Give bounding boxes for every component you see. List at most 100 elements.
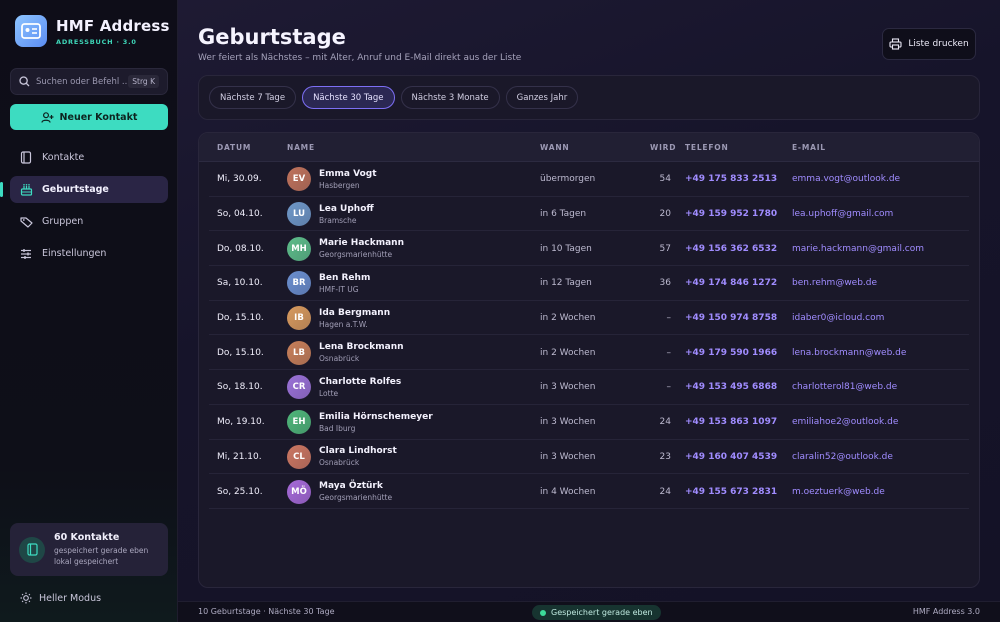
email-link[interactable]: emiliahoe2@outlook.de [792, 405, 898, 440]
phone-link[interactable]: +49 153 495 6868 [685, 370, 777, 405]
table-row[interactable]: Mi, 30.09. EV Emma Vogt Hasbergen übermorgen… [209, 162, 969, 197]
table-row[interactable]: Sa, 10.10. BR Ben Rehm HMF-IT UG in 12 Tagen… [209, 266, 969, 301]
contact-name[interactable]: Emma Vogt [319, 169, 377, 179]
contact-location: Hasbergen [319, 180, 360, 190]
birthday-date: Do, 08.10. [217, 243, 264, 254]
contact-name-cell: EV Emma Vogt Hasbergen [287, 162, 377, 197]
column-header-age[interactable]: WIRD [650, 143, 676, 152]
phone-link[interactable]: +49 175 833 2513 [685, 162, 777, 197]
contact-name[interactable]: Lena Brockmann [319, 342, 404, 352]
table-body: Mi, 30.09. EV Emma Vogt Hasbergen übermorgen… [199, 162, 979, 509]
contact-name[interactable]: Marie Hackmann [319, 238, 404, 248]
contact-name[interactable]: Lea Uphoff [319, 204, 374, 214]
filter-30-days[interactable]: Nächste 30 Tage [302, 86, 395, 109]
contact-name[interactable]: Ida Bergmann [319, 308, 390, 318]
table-row[interactable]: Do, 15.10. LB Lena Brockmann Osnabrück in 2 … [209, 335, 969, 371]
email-link[interactable]: emma.vogt@outlook.de [792, 162, 900, 197]
birthday-when: in 10 Tagen [540, 243, 592, 254]
birthday-age: – [666, 313, 672, 324]
theme-toggle-button[interactable]: Heller Modus [20, 592, 101, 604]
table-row[interactable]: So, 25.10. MÖ Maya Öztürk Georgsmarienhütte… [209, 474, 969, 509]
phone-link[interactable]: +49 150 974 8758 [685, 301, 777, 336]
contact-name[interactable]: Ben Rehm [319, 273, 370, 283]
avatar: BR [287, 271, 311, 296]
birthday-age: 57 [659, 243, 671, 254]
contact-location: Osnabrück [319, 458, 360, 468]
app-version: HMF Address 3.0 [912, 607, 980, 616]
sidebar-item-label: Geburtstage [42, 184, 109, 195]
contact-name-cell: IB Ida Bergmann Hagen a.T.W. [287, 301, 390, 336]
contact-name[interactable]: Clara Lindhorst [319, 446, 397, 456]
avatar: MH [287, 236, 311, 261]
column-header-name[interactable]: NAME [287, 143, 315, 152]
phone-link[interactable]: +49 153 863 1097 [685, 405, 777, 440]
phone-link[interactable]: +49 179 590 1966 [685, 335, 777, 370]
birthday-date: So, 04.10. [217, 209, 263, 220]
email-link[interactable]: claralin52@outlook.de [792, 440, 893, 475]
table-row[interactable]: So, 04.10. LU Lea Uphoff Bramsche in 6 Tagen… [209, 197, 969, 232]
phone-link[interactable]: +49 156 362 6532 [685, 231, 777, 266]
filter-3-months[interactable]: Nächste 3 Monate [400, 86, 500, 109]
contact-name-cell: MH Marie Hackmann Georgsmarienhütte [287, 231, 404, 266]
new-contact-button[interactable]: Neuer Kontakt [10, 104, 168, 130]
birthday-age: 23 [659, 451, 671, 462]
birthday-when: übermorgen [540, 174, 596, 185]
print-list-label: Liste drucken [908, 39, 969, 49]
sidebar-item-label: Gruppen [42, 216, 84, 227]
theme-toggle-label: Heller Modus [39, 592, 102, 604]
filter-7-days[interactable]: Nächste 7 Tage [209, 86, 297, 109]
email-link[interactable]: idaber0@icloud.com [792, 301, 884, 336]
contact-name-cell: LU Lea Uphoff Bramsche [287, 197, 374, 232]
phone-link[interactable]: +49 160 407 4539 [685, 440, 777, 475]
birthday-age: 24 [659, 486, 671, 497]
print-list-button[interactable]: Liste drucken [882, 28, 976, 60]
sidebar-item-gruppen[interactable]: Gruppen [10, 208, 168, 235]
birthday-age: 24 [659, 417, 671, 428]
contact-location: HMF-IT UG [319, 284, 359, 294]
column-header-phone[interactable]: TELEFON [685, 143, 729, 152]
table-row[interactable]: So, 18.10. CR Charlotte Rolfes Lotte in 3 Wo… [209, 370, 969, 405]
contact-name[interactable]: Charlotte Rolfes [319, 377, 401, 387]
avatar: LU [287, 202, 311, 227]
email-link[interactable]: lena.brockmann@web.de [792, 335, 906, 370]
column-header-date[interactable]: DATUM [217, 143, 251, 152]
contact-name-cell: EH Emilia Hörnschemeyer Bad Iburg [287, 405, 433, 440]
contact-name-cell: CR Charlotte Rolfes Lotte [287, 370, 401, 405]
birthday-age: 54 [659, 174, 671, 185]
column-header-email[interactable]: E-MAIL [792, 143, 826, 152]
email-link[interactable]: marie.hackmann@gmail.com [792, 231, 924, 266]
table-row[interactable]: Do, 15.10. IB Ida Bergmann Hagen a.T.W. in 2… [209, 301, 969, 336]
range-filter-bar: Nächste 7 Tage Nächste 30 Tage Nächste 3… [198, 75, 980, 120]
avatar: IB [287, 306, 311, 331]
save-status-badge: Gespeichert gerade eben [532, 605, 661, 620]
table-row[interactable]: Do, 08.10. MH Marie Hackmann Georgsmarienhü… [209, 231, 969, 267]
contact-name[interactable]: Maya Öztürk [319, 481, 392, 491]
email-link[interactable]: lea.uphoff@gmail.com [792, 197, 893, 232]
birthday-date: Mi, 30.09. [217, 174, 262, 185]
phone-link[interactable]: +49 174 846 1272 [685, 266, 777, 301]
table-row[interactable]: Mi, 21.10. CL Clara Lindhorst Osnabrück in 3… [209, 440, 969, 475]
cake-icon [20, 183, 34, 196]
email-link[interactable]: charlotterol81@web.de [792, 370, 897, 405]
sidebar-item-geburtstage[interactable]: Geburtstage [0, 176, 168, 203]
book-icon [19, 536, 45, 563]
phone-link[interactable]: +49 159 952 1780 [685, 197, 777, 232]
phone-link[interactable]: +49 155 673 2831 [685, 474, 777, 509]
avatar: MÖ [287, 479, 311, 504]
contact-count-title: 60 Kontakte [54, 532, 120, 543]
sidebar-item-kontakte[interactable]: Kontakte [10, 144, 168, 171]
search-input[interactable]: Suchen oder Befehl ... Strg K [10, 68, 168, 95]
table-row[interactable]: Mo, 19.10. EH Emilia Hörnschemeyer Bad Ibur… [209, 405, 969, 440]
sidebar-item-einstellungen[interactable]: Einstellungen [10, 240, 168, 267]
save-status-label: Gespeichert gerade eben [551, 608, 653, 617]
email-link[interactable]: ben.rehm@web.de [792, 266, 877, 301]
birthday-date: So, 18.10. [217, 382, 263, 393]
birthday-table: DATUM NAME WANN WIRD TELEFON E-MAIL Mi, … [198, 132, 980, 588]
sun-icon [20, 592, 32, 604]
birthday-when: in 3 Wochen [540, 382, 596, 393]
avatar: EH [287, 410, 311, 435]
email-link[interactable]: m.oeztuerk@web.de [792, 474, 885, 509]
contact-name[interactable]: Emilia Hörnschemeyer [319, 412, 433, 422]
filter-whole-year[interactable]: Ganzes Jahr [505, 86, 579, 109]
column-header-when[interactable]: WANN [540, 143, 570, 152]
